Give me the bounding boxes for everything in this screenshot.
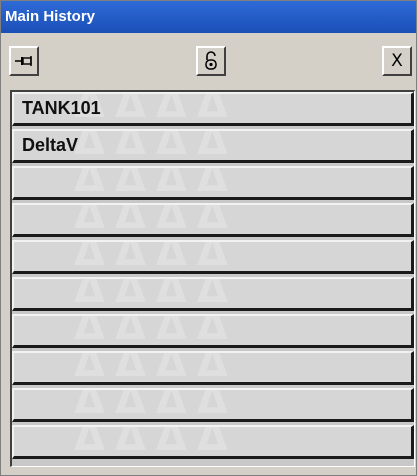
- lock-button[interactable]: [196, 46, 226, 76]
- window-title: Main History: [1, 1, 416, 33]
- toolbar: X: [1, 33, 416, 85]
- list-item[interactable]: ΔΔΔΔ: [12, 425, 414, 459]
- padlock-icon: [204, 51, 218, 71]
- list-item[interactable]: ΔΔΔΔ: [12, 240, 414, 274]
- history-window: Main History X ΔΔΔΔ TANK101 ΔΔΔΔ DeltaV …: [0, 0, 417, 476]
- list-item[interactable]: ΔΔΔΔ: [12, 203, 414, 237]
- list-item[interactable]: ΔΔΔΔ: [12, 388, 414, 422]
- close-icon: X: [391, 50, 403, 71]
- list-item-label: DeltaV: [22, 135, 79, 155]
- pin-button[interactable]: [9, 46, 39, 76]
- list-item[interactable]: ΔΔΔΔ: [12, 277, 414, 311]
- list-item[interactable]: ΔΔΔΔ: [12, 166, 414, 200]
- list-item-label: TANK101: [22, 98, 101, 118]
- history-list: ΔΔΔΔ TANK101 ΔΔΔΔ DeltaV ΔΔΔΔ ΔΔΔΔ ΔΔΔΔ ΔΔ…: [10, 90, 415, 467]
- list-item[interactable]: ΔΔΔΔ TANK101: [12, 92, 414, 126]
- list-item[interactable]: ΔΔΔΔ DeltaV: [12, 129, 414, 163]
- list-item[interactable]: ΔΔΔΔ: [12, 314, 414, 348]
- list-item[interactable]: ΔΔΔΔ: [12, 351, 414, 385]
- pin-icon: [14, 53, 34, 69]
- close-button[interactable]: X: [382, 46, 412, 76]
